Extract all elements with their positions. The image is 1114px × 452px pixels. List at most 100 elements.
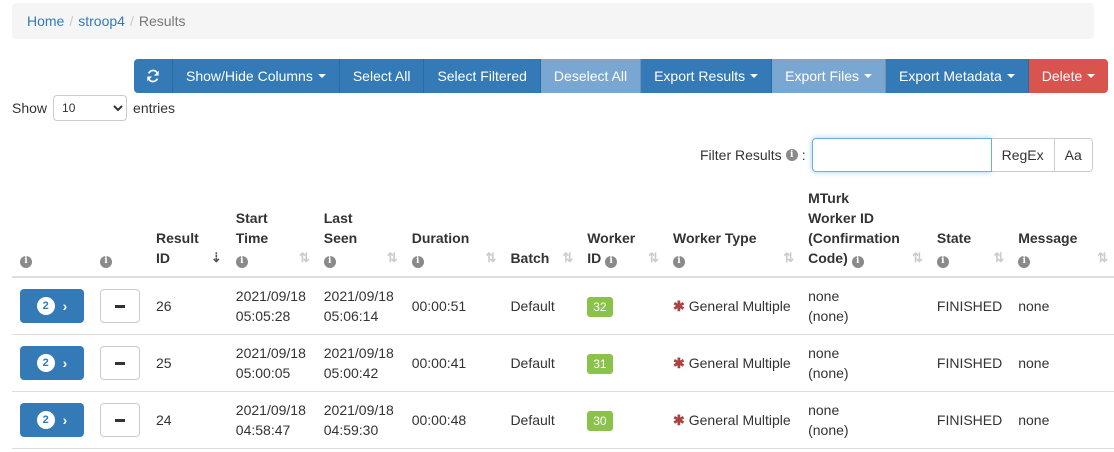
column-header-label: Worker ID (808, 210, 874, 226)
duration-cell: 00:00:48 (403, 391, 503, 449)
worker-type-label: General Multiple (688, 355, 791, 371)
info-icon[interactable]: i (235, 255, 248, 268)
caret-down-icon (1006, 74, 1015, 78)
chevron-right-icon: › (62, 298, 68, 314)
breadcrumb: Home / stroop4 / Results (12, 3, 1094, 39)
table-row[interactable]: 2 › 24 2021/09/18 04:58:47 2021/09/18 04… (12, 391, 1114, 449)
deselect-all-button[interactable]: Deselect All (540, 59, 642, 93)
entries-select[interactable]: 10 (53, 95, 128, 121)
show-hide-columns-label: Show/Hide Columns (186, 68, 313, 84)
last-seen-cell: 2021/09/18 05:00:42 (315, 334, 404, 392)
worker-type-cell: ✱ General Multiple (665, 277, 801, 335)
caret-down-icon (317, 74, 326, 78)
info-icon[interactable]: i (411, 255, 424, 268)
select-all-button[interactable]: Select All (339, 59, 425, 93)
row-select-toggle[interactable] (100, 289, 140, 323)
export-metadata-label: Export Metadata (899, 68, 1002, 84)
component-count-badge: 2 (36, 411, 55, 429)
column-header-last-seen[interactable]: Last Seen i ⇅ (315, 180, 404, 278)
case-sensitive-toggle[interactable]: Aa (1054, 138, 1093, 172)
row-select-toggle[interactable] (100, 403, 140, 437)
info-icon[interactable]: i (605, 255, 618, 268)
sort-icon[interactable]: ⇅ (1097, 248, 1108, 268)
column-header-worker-type[interactable]: Worker Type i ⇅ (665, 180, 801, 278)
show-hide-columns-button[interactable]: Show/Hide Columns (173, 59, 340, 93)
start-date: 2021/09/18 (235, 345, 306, 361)
column-header-duration[interactable]: Duration i ⇅ (403, 180, 503, 278)
last-seen-date: 2021/09/18 (323, 345, 394, 361)
sort-icon[interactable]: ⇅ (993, 248, 1004, 268)
export-files-button[interactable]: Export Files (772, 59, 887, 93)
sort-icon[interactable]: ⇅ (299, 248, 310, 268)
filter-input[interactable] (811, 138, 992, 172)
select-cell (92, 391, 148, 449)
mturk-worker-id: none (808, 345, 840, 361)
result-id-cell: 26 (148, 277, 228, 335)
select-filtered-button[interactable]: Select Filtered (424, 59, 541, 93)
info-icon[interactable]: i (100, 255, 112, 268)
column-header-batch[interactable]: Batch ⇅ (502, 180, 580, 278)
column-header-label: ID (156, 250, 170, 266)
start-time: 04:58:47 (235, 422, 291, 438)
info-icon[interactable]: i (673, 255, 686, 268)
column-header-message[interactable]: Message i ⇅ (1010, 180, 1114, 278)
worker-type-cell: ✱ General Multiple (665, 334, 801, 392)
select-filtered-label: Select Filtered (437, 68, 527, 84)
select-cell (92, 334, 148, 392)
worker-id-cell: 30 (579, 391, 666, 449)
result-id-cell: 24 (148, 391, 228, 449)
expand-details-button[interactable]: 2 › (20, 346, 84, 380)
column-header-worker-id[interactable]: Worker ID i ⇅ (579, 180, 666, 278)
breadcrumb-home-link[interactable]: Home (27, 13, 64, 29)
refresh-icon (147, 69, 159, 83)
delete-label: Delete (1041, 68, 1083, 84)
info-icon[interactable]: i (1018, 255, 1031, 268)
info-icon[interactable]: i (936, 255, 949, 268)
export-metadata-button[interactable]: Export Metadata (886, 59, 1029, 93)
entries-length-control: Show 10 entries (12, 94, 175, 122)
column-header-label: Last (323, 210, 353, 226)
sort-icon[interactable]: ⇅ (387, 248, 398, 268)
sort-icon[interactable]: ⇅ (562, 248, 573, 268)
info-icon[interactable]: i (20, 255, 32, 268)
column-header-state[interactable]: State i ⇅ (928, 180, 1011, 278)
column-header-result-id[interactable]: Result ID ⇣ (148, 180, 228, 278)
sort-icon[interactable]: ⇅ (648, 248, 659, 268)
sort-icon[interactable]: ⇅ (486, 248, 497, 268)
last-seen-cell: 2021/09/18 05:06:14 (315, 277, 404, 335)
info-icon[interactable]: i (851, 255, 864, 268)
column-header-label: Seen (323, 230, 358, 246)
minus-icon (115, 418, 125, 422)
info-icon[interactable]: i (785, 149, 798, 161)
entries-label: entries (133, 100, 176, 116)
result-id-cell: 25 (148, 334, 228, 392)
expand-details-button[interactable]: 2 › (20, 403, 84, 437)
export-results-button[interactable]: Export Results (641, 59, 773, 93)
start-time-cell: 2021/09/18 04:58:47 (227, 391, 316, 449)
chevron-right-icon: › (62, 412, 68, 428)
regex-toggle[interactable]: RegEx (991, 138, 1055, 172)
table-row[interactable]: 2 › 25 2021/09/18 05:00:05 2021/09/18 05… (12, 334, 1114, 392)
asterisk-icon: ✱ (673, 298, 685, 314)
expand-details-button[interactable]: 2 › (20, 289, 84, 323)
column-header-select: i (92, 180, 148, 278)
state-cell: FINISHED (928, 334, 1011, 392)
row-select-toggle[interactable] (100, 346, 140, 380)
filter-colon: : (801, 147, 806, 163)
refresh-button[interactable] (134, 59, 173, 93)
delete-button[interactable]: Delete (1028, 59, 1109, 93)
info-icon[interactable]: i (323, 255, 336, 268)
sort-icon[interactable]: ⇅ (783, 248, 794, 268)
breadcrumb-study-link[interactable]: stroop4 (78, 13, 125, 29)
column-header-mturk-worker-id[interactable]: MTurk Worker ID (Confirmation Code) i ⇅ (800, 180, 929, 278)
mturk-worker-id: none (808, 288, 840, 304)
column-header-start-time[interactable]: Start Time i ⇅ (227, 180, 316, 278)
sort-desc-icon[interactable]: ⇣ (211, 248, 222, 268)
column-header-label: Message (1018, 230, 1078, 246)
column-header-label: State (936, 230, 972, 246)
worker-id-cell: 31 (579, 334, 666, 392)
details-cell: 2 › (12, 277, 92, 335)
table-row[interactable]: 2 › 26 2021/09/18 05:05:28 2021/09/18 05… (12, 277, 1114, 335)
duration-cell: 00:00:41 (403, 334, 503, 392)
sort-icon[interactable]: ⇅ (912, 248, 923, 268)
